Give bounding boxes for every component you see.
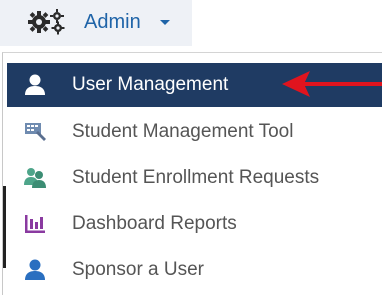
menu-item-label: User Management bbox=[72, 74, 229, 95]
users-icon bbox=[24, 168, 46, 188]
bar-chart-icon bbox=[25, 215, 45, 233]
menu-item-label: Student Enrollment Requests bbox=[72, 167, 320, 188]
menu-item-label: Dashboard Reports bbox=[72, 213, 237, 234]
menu-item-student-management-tool[interactable]: Student Management Tool bbox=[7, 110, 382, 154]
red-arrow-icon bbox=[282, 71, 382, 97]
gears-icon bbox=[28, 9, 65, 35]
menu-item-student-enrollment-requests[interactable]: Student Enrollment Requests bbox=[7, 156, 382, 200]
user-icon bbox=[25, 74, 45, 95]
menu-item-label: Sponsor a User bbox=[72, 259, 205, 280]
admin-menu-label: Admin bbox=[84, 11, 141, 33]
menu-item-dashboard-reports[interactable]: Dashboard Reports bbox=[7, 202, 382, 246]
caret-down-icon bbox=[160, 20, 170, 25]
admin-dropdown-screen: Admin User Management Student Management… bbox=[0, 0, 382, 295]
student-tool-icon bbox=[25, 123, 46, 141]
user-icon bbox=[25, 259, 45, 280]
menu-left-edge bbox=[3, 186, 6, 268]
admin-menu-toggle[interactable]: Admin bbox=[0, 0, 192, 46]
menu-item-label: Student Management Tool bbox=[72, 121, 294, 142]
menu-item-sponsor-a-user[interactable]: Sponsor a User bbox=[7, 248, 382, 292]
